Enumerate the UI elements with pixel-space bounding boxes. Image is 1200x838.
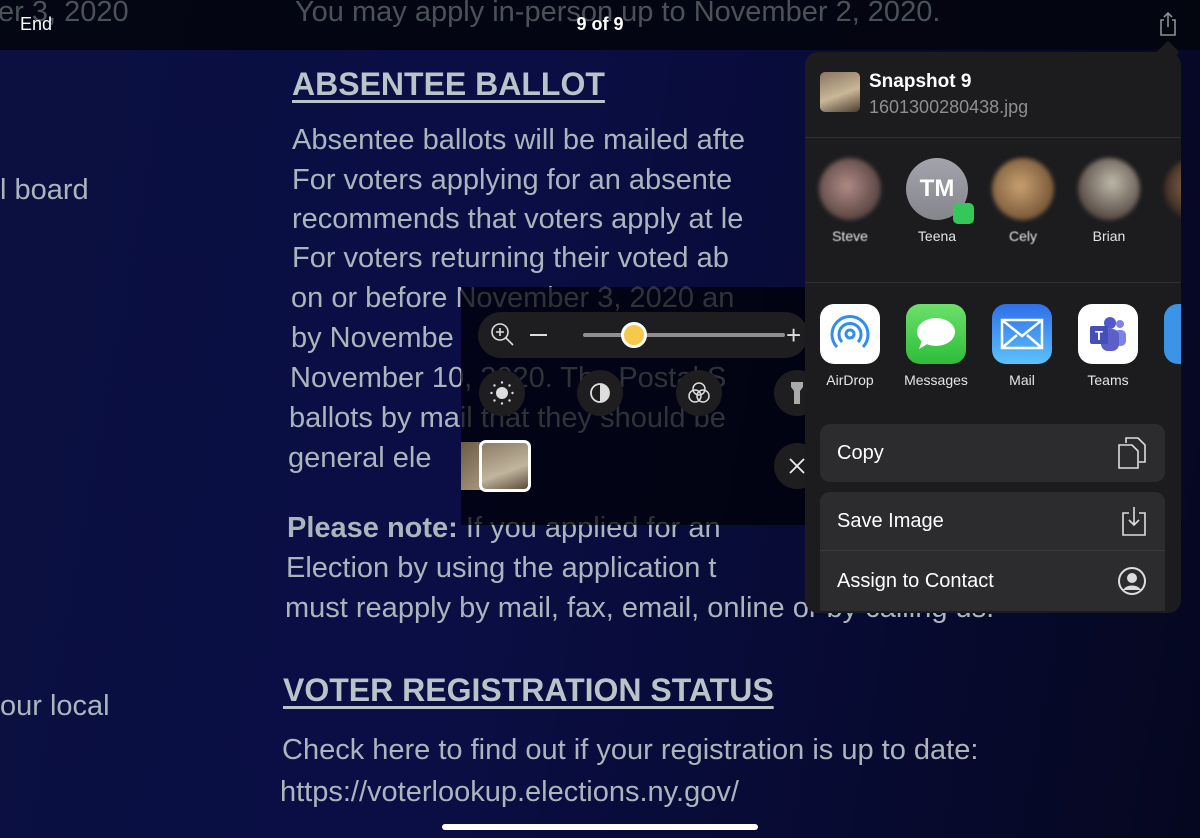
avatar [992,158,1054,220]
doc-line: recommends that voters apply at le [292,203,744,235]
person-name: Teena [917,228,957,244]
airdrop-icon [820,304,880,364]
zoom-slider[interactable] [583,322,785,348]
zoom-in-button[interactable]: + [786,322,801,348]
save-image-button[interactable]: Save Image [820,492,1165,550]
app-teams[interactable]: T Teams [1065,304,1151,388]
contrast-button[interactable] [577,370,623,416]
person-name: Steve [832,228,868,244]
app-name: Teams [1087,372,1129,388]
close-icon [789,458,805,474]
app-t[interactable]: T [1151,304,1181,388]
person-teena[interactable]: TM Teena [897,158,977,244]
doc-line: For voters applying for an absente [292,164,733,196]
divider [805,282,1181,283]
doc-fragment: our local [0,690,110,722]
zoom-out-button[interactable] [530,334,547,336]
filters-button[interactable] [676,370,722,416]
page-counter: 9 of 9 [576,14,624,34]
brightness-button[interactable] [479,370,525,416]
avatar [819,158,881,220]
messages-badge-icon [953,203,974,224]
person-steve[interactable]: Steve [810,158,890,244]
avatar-initials: TM [919,175,955,202]
doc-fragment: l board [0,174,89,206]
action-label: Copy [837,441,884,464]
heading-absentee-ballot: ABSENTEE BALLOT [292,66,605,102]
doc-line: Check here to find out if your registrat… [282,734,979,766]
app-name: AirDrop [826,372,874,388]
person-m[interactable]: M [1155,158,1181,244]
avatar [1164,158,1181,220]
avatar [1078,158,1140,220]
heading-voter-registration: VOTER REGISTRATION STATUS [283,672,774,708]
filters-icon [688,382,710,403]
app-messages[interactable]: Messages [893,304,979,388]
doc-line: Election by using the application t [286,552,717,584]
share-sheet: Snapshot 9 1601300280438.jpg Steve TM Te… [805,52,1181,613]
action-label: Save Image [837,509,944,532]
app-name: T [1151,372,1181,388]
save-icon [1122,507,1146,536]
snapshot-thumbnail-selected[interactable] [479,440,531,492]
note-label: Please note: [287,512,458,544]
person-name: M [1155,228,1181,244]
app-name: Messages [904,372,968,388]
mail-icon [992,304,1052,364]
top-bar: er 3, 2020 You may apply in-person up to… [0,0,1200,50]
avatar: TM [906,158,974,224]
person-brian[interactable]: Brian [1069,158,1149,244]
share-icon[interactable] [1157,11,1179,37]
zoom-icon [491,323,514,346]
person-name: Cely [1008,228,1037,244]
voter-lookup-url: https://voterlookup.elections.ny.gov/ [280,776,739,808]
zoom-slider-thumb[interactable] [620,322,647,348]
person-name: Brian [1092,228,1126,244]
magnifier-panel: + [461,287,820,525]
snapshot-preview [820,72,860,112]
brightness-icon [490,381,514,405]
contrast-icon [590,383,610,403]
divider [805,137,1181,138]
doc-line: by Novembe [291,322,454,354]
app-name: Mail [1009,372,1035,388]
app-mail[interactable]: Mail [979,304,1065,388]
doc-line: general ele [288,442,432,474]
svg-text:T: T [1095,328,1103,343]
zoom-slider-bar: + [478,312,808,358]
app-airdrop[interactable]: AirDrop [807,304,893,388]
copy-button[interactable]: Copy [820,424,1165,482]
contact-icon [1118,567,1146,595]
flashlight-icon [791,382,803,404]
copy-icon [1118,437,1146,469]
share-title: Snapshot 9 [869,71,972,92]
doc-line: Absentee ballots will be mailed afte [292,124,745,156]
doc-line: For voters returning their voted ab [292,242,729,274]
messages-icon [906,304,966,364]
assign-to-contact-button[interactable]: Assign to Contact [820,551,1165,611]
person-cely[interactable]: Cely [983,158,1063,244]
share-filename: 1601300280438.jpg [869,97,1029,117]
action-label: Assign to Contact [837,569,994,592]
home-indicator[interactable] [442,824,758,830]
app-icon [1164,304,1181,364]
teams-icon: T [1078,304,1138,364]
